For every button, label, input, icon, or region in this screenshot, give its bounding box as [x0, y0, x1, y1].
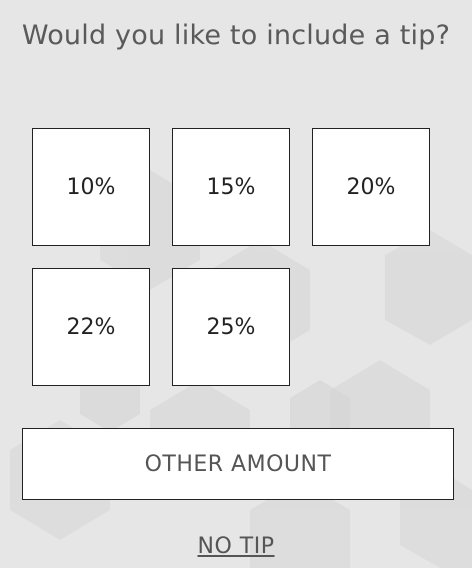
tip-prompt-title: Would you like to include a tip? [21, 20, 451, 51]
tip-option-20[interactable]: 20% [312, 128, 430, 246]
tip-option-10[interactable]: 10% [32, 128, 150, 246]
other-amount-button[interactable]: OTHER AMOUNT [22, 428, 454, 500]
tip-option-22[interactable]: 22% [32, 268, 150, 386]
no-tip-link[interactable]: NO TIP [0, 534, 472, 559]
tip-option-15[interactable]: 15% [172, 128, 290, 246]
tip-option-25[interactable]: 25% [172, 268, 290, 386]
